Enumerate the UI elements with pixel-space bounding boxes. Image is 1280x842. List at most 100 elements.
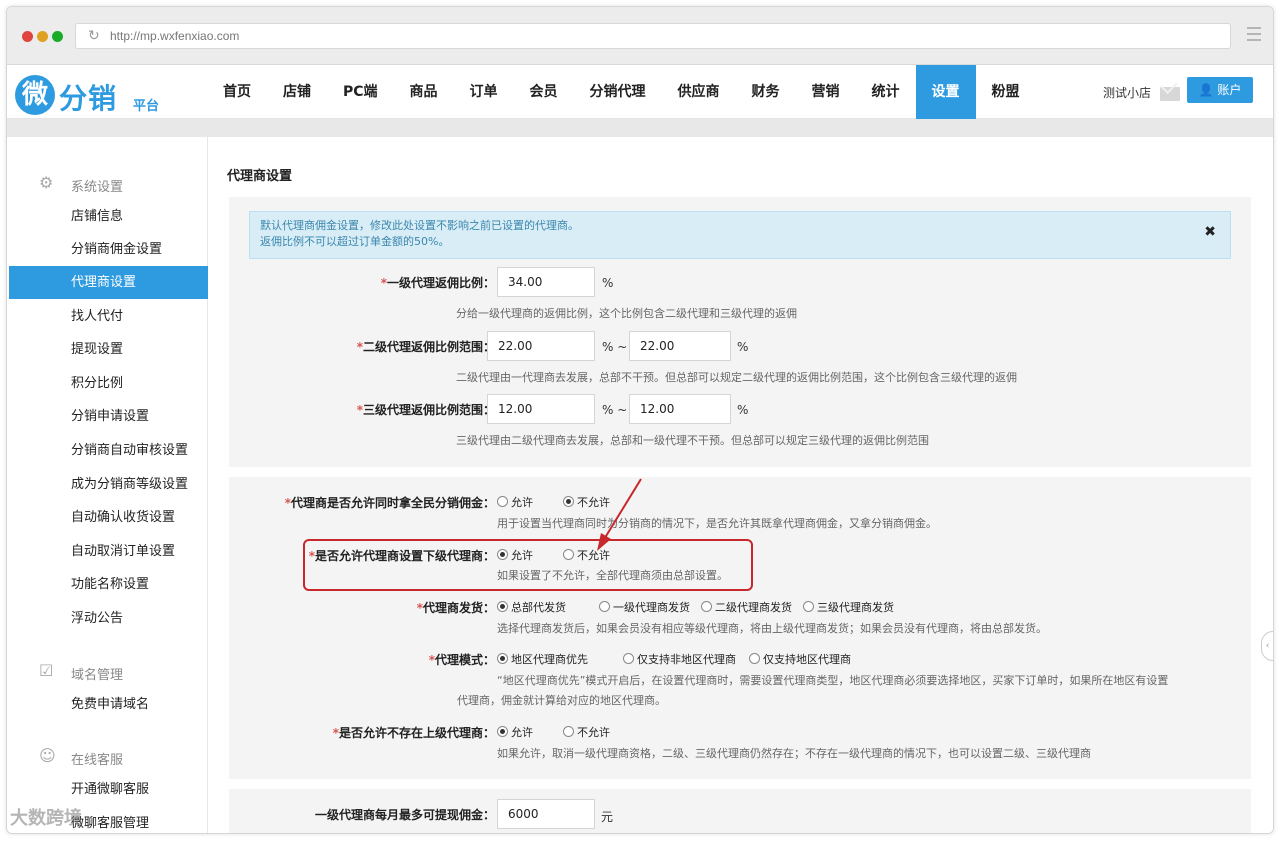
account-button[interactable]: 👤 账户 [1187,77,1253,103]
level2-help: 二级代理由一代理商去发展，总部不干预。但总部可以规定二级代理的返佣比例范围，这个… [456,371,1017,384]
close-icon[interactable]: ✖ [1204,224,1216,240]
level2-label: *二级代理返佣比例范围： [356,340,495,354]
sidebar-item-open-chat[interactable]: 开通微聊客服 [9,773,208,806]
logo-mark: 微 [15,75,55,115]
address-bar[interactable]: ↻ http://mp.wxfenxiao.com [75,23,1231,49]
header-divider [7,119,1273,137]
agent-rules-panel: *代理商是否允许同时拿全民分销佣金： 允许 不允许 用于设置当代理商同时为分销商… [229,477,1251,779]
nav-item-orders[interactable]: 订单 [454,65,514,119]
sidebar-group-label: 在线客服 [71,753,124,768]
minimize-window-dot[interactable] [37,31,48,42]
sidebar-item-points[interactable]: 积分比例 [9,367,208,400]
level2-max-input[interactable]: 22.00 [629,331,731,361]
reload-icon[interactable]: ↻ [88,28,100,44]
maximize-window-dot[interactable] [52,31,63,42]
logo-text: 分销 [59,82,118,115]
level3-unit: % [737,403,749,417]
radio-circle [563,726,574,737]
sidebar-item-distributor-commission[interactable]: 分销商佣金设置 [9,233,208,266]
nav-item-stats[interactable]: 统计 [856,65,916,119]
radio-circle-checked [563,496,574,507]
sidebar-item-function-name[interactable]: 功能名称设置 [9,568,208,601]
nav-item-pc[interactable]: PC端 [327,65,394,119]
nav-item-products[interactable]: 商品 [394,65,454,119]
shipping-level1-radio[interactable]: 一级代理商发货 [599,599,690,615]
radio-circle [497,496,508,507]
withdraw-unit: 元 [601,810,614,824]
account-label: 账户 [1217,83,1242,97]
shop-name[interactable]: 测试小店 [1103,84,1151,101]
radio-circle-checked [497,726,508,737]
withdraw-panel: 一级代理商每月最多可提现佣金： 6000 元 [229,789,1251,833]
sidebar-item-proxy-payment[interactable]: 找人代付 [9,300,208,333]
level2-min-input[interactable]: 22.00 [487,331,595,361]
nav-item-home[interactable]: 首页 [207,65,267,119]
allow-no-parent-no-radio[interactable]: 不允许 [563,724,610,740]
allow-no-parent-label: *是否允许不存在上级代理商： [332,726,495,740]
nav-item-marketing[interactable]: 营销 [796,65,856,119]
browser-toolbar: ↻ http://mp.wxfenxiao.com [7,7,1273,65]
browser-window: ↻ http://mp.wxfenxiao.com 微 分销 平台 首页 店铺 … [6,6,1274,834]
main-content: 代理商设置 默认代理商佣金设置，修改此处设置不影响之前已设置的代理商。 返佣比例… [209,137,1273,833]
sidebar-item-apply[interactable]: 分销申请设置 [9,400,208,433]
shipping-level2-radio[interactable]: 二级代理商发货 [701,599,792,615]
logo[interactable]: 微 分销 平台 [15,71,175,115]
nav-item-finance[interactable]: 财务 [736,65,796,119]
gear-icon: ⚙ [39,173,54,192]
sidebar-item-agent-settings[interactable]: 代理商设置 [9,266,208,299]
level3-label: *三级代理返佣比例范围： [356,403,495,417]
mode-help-line-1: “地区代理商优先”模式开启后，在设置代理商时，需要设置代理商类型，地区代理商必须… [497,674,1169,687]
level2-unit: % [737,340,749,354]
mode-region-first-radio[interactable]: 地区代理商优先 [497,651,588,667]
close-window-dot[interactable] [22,31,33,42]
nav-item-settings[interactable]: 设置 [915,65,976,119]
allow-no-parent-yes-radio[interactable]: 允许 [497,724,533,740]
nav-item-suppliers[interactable]: 供应商 [662,65,736,119]
mail-icon[interactable] [1160,87,1180,101]
collapse-tab-icon[interactable]: ‹ [1261,631,1273,661]
sidebar-item-withdraw[interactable]: 提现设置 [9,333,208,366]
alert-line-2: 返佣比例不可以超过订单金额的50%。 [260,235,450,248]
nav-item-members[interactable]: 会员 [514,65,574,119]
nav-item-fans[interactable]: 粉盟 [976,65,1036,119]
level1-help: 分给一级代理商的返佣比例，这个比例包含二级代理和三级代理的返佣 [456,307,797,320]
level2-separator: % ~ [602,340,628,354]
sidebar-item-auto-receive[interactable]: 自动确认收货设置 [9,501,208,534]
browser-menu-icon[interactable] [1247,27,1261,41]
mode-non-region-radio[interactable]: 仅支持非地区代理商 [623,651,736,667]
sidebar-item-auto-review[interactable]: 分销商自动审核设置 [9,434,208,467]
mode-region-only-radio[interactable]: 仅支持地区代理商 [749,651,851,667]
mode-label: *代理模式： [428,653,495,667]
sidebar-group-service: ☺ 在线客服 [9,746,208,770]
sidebar: ⚙ 系统设置 店铺信息 分销商佣金设置 代理商设置 找人代付 提现设置 积分比例… [9,137,208,833]
annotation-highlight-box [303,539,753,591]
withdraw-limit-input[interactable]: 6000 [497,799,595,829]
level3-max-input[interactable]: 12.00 [629,394,731,424]
sidebar-group-domain: ☑ 域名管理 [9,661,208,685]
sidebar-item-level[interactable]: 成为分销商等级设置 [9,468,208,501]
radio-circle [701,601,712,612]
shipping-level3-radio[interactable]: 三级代理商发货 [803,599,894,615]
page-title: 代理商设置 [227,169,293,184]
allow-dual-yes-radio[interactable]: 允许 [497,494,533,510]
nav-item-shop[interactable]: 店铺 [267,65,327,119]
user-icon: 👤 [1198,83,1214,97]
level3-min-input[interactable]: 12.00 [487,394,595,424]
withdraw-label: 一级代理商每月最多可提现佣金： [314,808,495,822]
clipboard-check-icon: ☑ [39,661,54,680]
annotation-arrow-icon [597,478,642,551]
sidebar-item-free-domain[interactable]: 免费申请域名 [9,688,208,721]
level1-label: *一级代理返佣比例： [380,276,495,290]
sidebar-item-shop-info[interactable]: 店铺信息 [9,200,208,233]
radio-circle-checked [497,601,508,612]
logo-subtext: 平台 [133,99,160,114]
url-text: http://mp.wxfenxiao.com [110,29,240,43]
shipping-hq-radio[interactable]: 总部代发货 [497,599,566,615]
mode-help-line-2: 代理商，佣金就计算给对应的地区代理商。 [457,694,666,707]
sidebar-item-auto-cancel[interactable]: 自动取消订单设置 [9,535,208,568]
nav-item-distribution[interactable]: 分销代理 [574,65,662,119]
sidebar-item-float-notice[interactable]: 浮动公告 [9,602,208,635]
level1-rate-input[interactable]: 34.00 [497,267,595,297]
level3-help: 三级代理由二级代理商去发展，总部和一级代理不干预。但总部可以规定三级代理的返佣比… [456,434,929,447]
sidebar-group-label: 域名管理 [71,668,124,683]
